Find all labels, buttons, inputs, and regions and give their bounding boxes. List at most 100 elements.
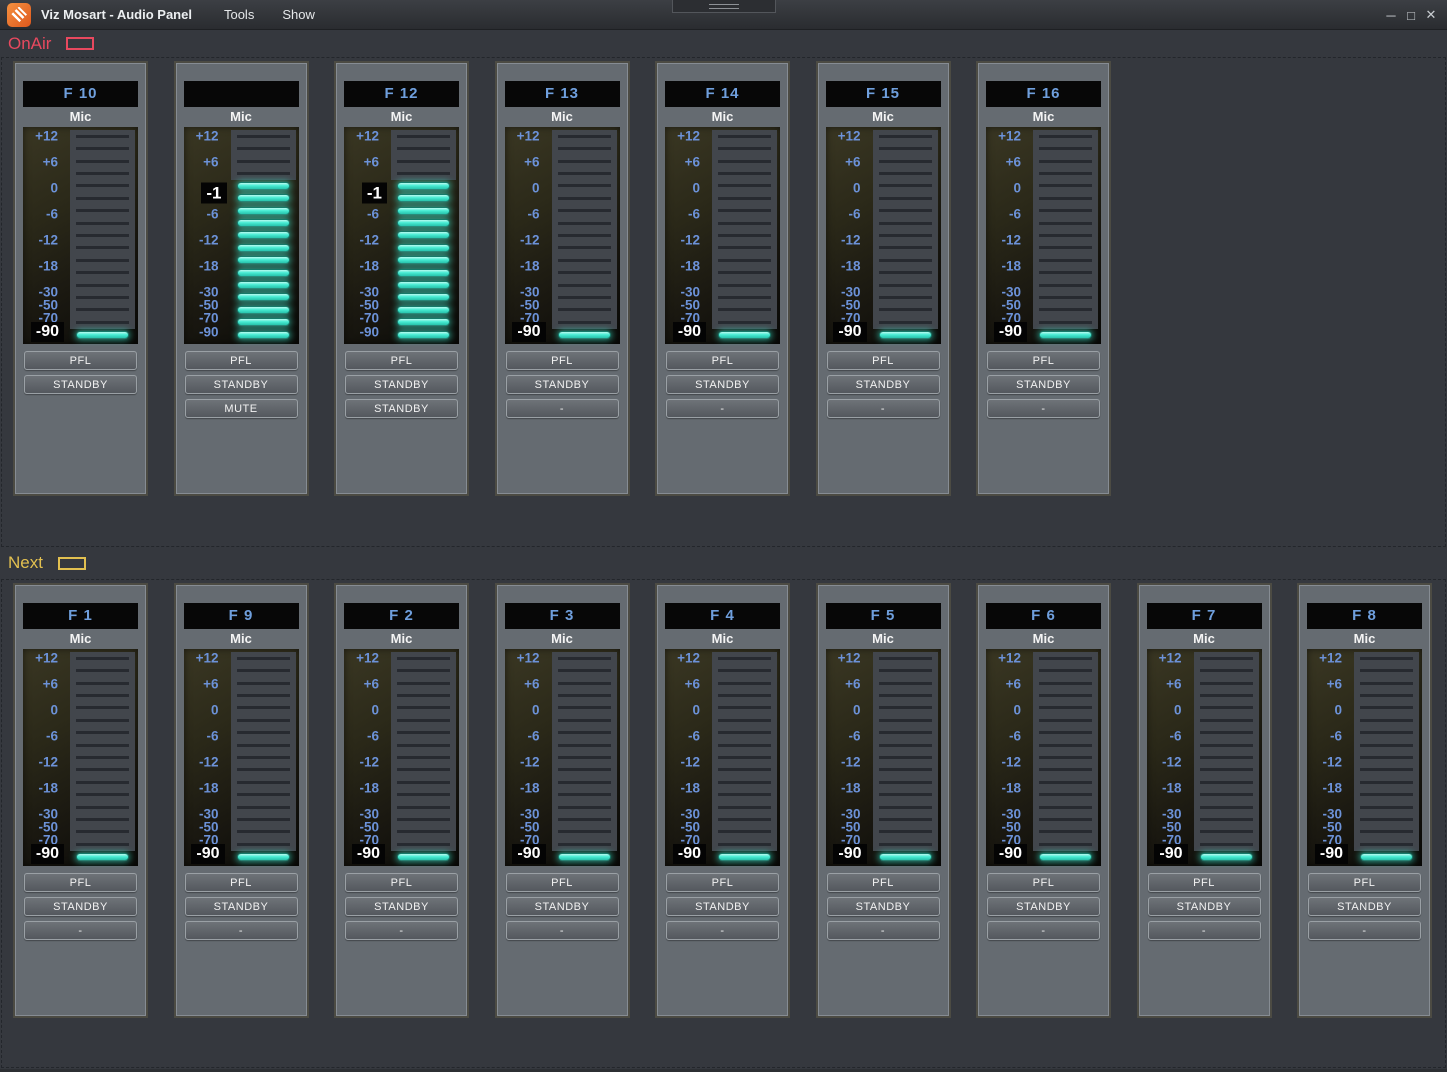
meter-scale-label: 0 (853, 181, 861, 195)
meter-segment-unlit (1033, 291, 1098, 303)
pfl-button[interactable]: PFL (987, 351, 1100, 370)
standby-button[interactable]: STANDBY (666, 375, 779, 394)
meter-segment-tick (1039, 172, 1092, 175)
meter-segment-unlit (70, 813, 135, 825)
meter-segment-unlit (391, 167, 456, 179)
standby-button[interactable]: STANDBY (345, 375, 458, 394)
unassigned-button[interactable]: - (1148, 921, 1261, 940)
unassigned-button[interactable]: - (24, 921, 137, 940)
meter-segment-tick (1360, 830, 1413, 833)
meter-segment-tick (237, 694, 290, 697)
meter-segment-lit (391, 242, 456, 254)
standby-button[interactable]: STANDBY (827, 375, 940, 394)
pfl-button[interactable]: PFL (1308, 873, 1421, 892)
meter-segment-unlit (552, 279, 617, 291)
meter-segment-unlit (873, 242, 938, 254)
peak-value-label: -90 (31, 322, 64, 342)
meter-segment-tick (1200, 843, 1253, 846)
standby-button[interactable]: STANDBY (506, 897, 619, 916)
meter-segment-unlit (712, 266, 777, 278)
meter-segment-unlit (1033, 266, 1098, 278)
meter-segment-tick (558, 768, 611, 771)
meter-segment-unlit (1354, 702, 1419, 714)
onair-indicator-box (66, 37, 94, 50)
unassigned-button[interactable]: - (827, 921, 940, 940)
unassigned-button[interactable]: - (506, 921, 619, 940)
unassigned-button[interactable]: - (666, 921, 779, 940)
standby-button[interactable]: STANDBY (506, 375, 619, 394)
meter-scale-label: +6 (524, 677, 539, 691)
pfl-button[interactable]: PFL (666, 351, 779, 370)
meter-scale-label: +12 (35, 651, 58, 665)
unassigned-button[interactable]: - (345, 921, 458, 940)
unassigned-button[interactable]: - (987, 921, 1100, 940)
standby-button[interactable]: STANDBY (987, 897, 1100, 916)
minimize-button[interactable]: ─ (1381, 8, 1401, 23)
unassigned-button[interactable]: - (827, 399, 940, 418)
standby-button[interactable]: STANDBY (345, 897, 458, 916)
unassigned-button[interactable]: - (185, 921, 298, 940)
vu-meter: +12+60-6-12-18-30-50-70-90 (826, 127, 941, 344)
meter-segment-tick (397, 172, 450, 175)
pfl-button[interactable]: PFL (827, 351, 940, 370)
pfl-button[interactable]: PFL (345, 351, 458, 370)
meter-segment-lit (231, 180, 296, 192)
standby-button[interactable]: STANDBY (666, 897, 779, 916)
unassigned-button[interactable]: - (666, 399, 779, 418)
pfl-button[interactable]: PFL (827, 873, 940, 892)
meter-lit-bar (879, 853, 932, 861)
channel-strip-f4: F 4Mic+12+60-6-12-18-30-50-70-90PFLSTAND… (655, 583, 790, 1018)
pfl-button[interactable]: PFL (666, 873, 779, 892)
meter-segment-tick (879, 308, 932, 311)
pfl-button[interactable]: PFL (1148, 873, 1261, 892)
pfl-button[interactable]: PFL (185, 873, 298, 892)
maximize-button[interactable]: □ (1401, 8, 1421, 23)
meter-scale-label: +6 (845, 677, 860, 691)
standby-button[interactable]: STANDBY (345, 399, 458, 418)
meter-segment-tick (1039, 706, 1092, 709)
meter-segment-unlit (70, 266, 135, 278)
channel-strip-blank: Mic+12+60-6-12-18-30-50-70-90-1PFLSTANDB… (174, 61, 309, 496)
vu-meter: +12+60-6-12-18-30-50-70-90 (986, 649, 1101, 866)
unassigned-button[interactable]: - (1308, 921, 1421, 940)
pfl-button[interactable]: PFL (506, 351, 619, 370)
standby-button[interactable]: STANDBY (987, 375, 1100, 394)
pfl-button[interactable]: PFL (24, 351, 137, 370)
standby-button[interactable]: STANDBY (185, 375, 298, 394)
unassigned-button[interactable]: - (506, 399, 619, 418)
meter-lit-bar (718, 853, 771, 861)
meter-segment-unlit (552, 242, 617, 254)
pfl-button[interactable]: PFL (345, 873, 458, 892)
meter-segment-unlit (552, 180, 617, 192)
menu-show[interactable]: Show (278, 5, 319, 24)
meter-segment-unlit (231, 838, 296, 850)
meter-segment-tick (397, 744, 450, 747)
channel-source-label: Mic (978, 107, 1109, 127)
pfl-button[interactable]: PFL (506, 873, 619, 892)
meter-segment-unlit (391, 726, 456, 738)
meter-segment-unlit (1033, 801, 1098, 813)
meter-scale-label: 0 (1013, 703, 1021, 717)
window-drag-tab[interactable] (672, 0, 776, 13)
meter-segment-unlit (712, 664, 777, 676)
standby-button[interactable]: STANDBY (1148, 897, 1261, 916)
standby-button[interactable]: STANDBY (185, 897, 298, 916)
pfl-button[interactable]: PFL (185, 351, 298, 370)
meter-segment-lit (391, 316, 456, 328)
meter-segment-unlit (231, 813, 296, 825)
meter-segment-unlit (552, 826, 617, 838)
meter-scale-label: +6 (685, 677, 700, 691)
meter-lit-bar (397, 207, 450, 215)
pfl-button[interactable]: PFL (24, 873, 137, 892)
mute-button[interactable]: MUTE (185, 399, 298, 418)
unassigned-button[interactable]: - (987, 399, 1100, 418)
standby-button[interactable]: STANDBY (24, 375, 137, 394)
pfl-button[interactable]: PFL (987, 873, 1100, 892)
close-button[interactable]: ✕ (1421, 7, 1441, 23)
standby-button[interactable]: STANDBY (24, 897, 137, 916)
meter-segment-unlit (231, 652, 296, 664)
standby-button[interactable]: STANDBY (827, 897, 940, 916)
standby-button[interactable]: STANDBY (1308, 897, 1421, 916)
channel-source-label: Mic (176, 629, 307, 649)
menu-tools[interactable]: Tools (220, 5, 258, 24)
